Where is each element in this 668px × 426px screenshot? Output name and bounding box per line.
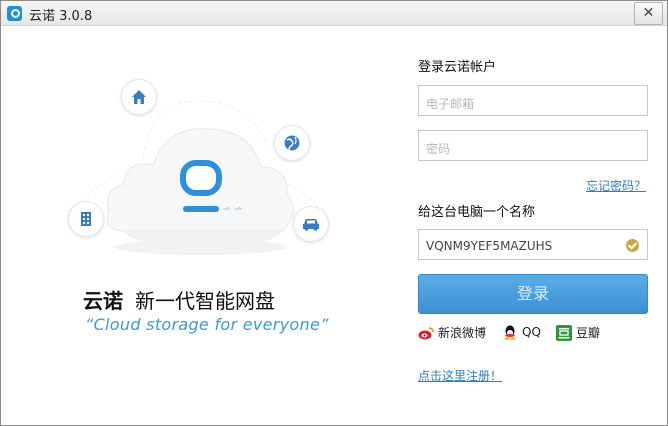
password-placeholder: 密码 xyxy=(426,142,451,156)
window-title: 云诺 3.0.8 xyxy=(29,9,93,24)
check-icon xyxy=(626,239,639,252)
brand-name: 云诺 xyxy=(83,289,123,313)
weibo-label: 新浪微博 xyxy=(438,326,487,340)
car-badge xyxy=(293,206,329,242)
globe-badge xyxy=(274,125,310,161)
douban-login[interactable]: 豆瓣 xyxy=(556,324,600,341)
weibo-login[interactable]: 新浪微博 xyxy=(418,324,486,341)
douban-label: 豆瓣 xyxy=(576,326,601,340)
weibo-icon xyxy=(418,326,434,339)
app-window: 云诺 3.0.8 ✕ 云诺 新一代智能网盘 “Cloud storage for… xyxy=(0,0,668,426)
close-icon: ✕ xyxy=(642,5,655,21)
cloud-illustration xyxy=(61,71,351,271)
app-icon xyxy=(7,6,22,21)
home-icon xyxy=(132,90,146,104)
email-placeholder: 电子邮箱 xyxy=(426,97,475,111)
qq-label: QQ xyxy=(522,325,541,339)
password-field[interactable]: 密码 xyxy=(418,130,648,161)
computer-name-label: 给这台电脑一个名称 xyxy=(418,205,536,220)
promo-slogan: 云诺 新一代智能网盘 xyxy=(83,285,275,314)
building-badge xyxy=(68,201,104,237)
tagline: “Cloud storage for everyone” xyxy=(85,315,329,334)
slogan-text: 新一代智能网盘 xyxy=(135,289,275,313)
douban-icon xyxy=(556,324,572,341)
globe-icon xyxy=(284,135,300,151)
login-heading: 登录云诺帐户 xyxy=(418,60,497,75)
close-button[interactable]: ✕ xyxy=(634,2,663,25)
home-badge xyxy=(121,79,157,115)
register-link[interactable]: 点击这里注册！ xyxy=(418,367,502,384)
car-icon xyxy=(303,219,319,231)
email-field[interactable]: 电子邮箱 xyxy=(418,85,648,116)
qq-icon xyxy=(504,325,516,340)
login-button[interactable]: 登录 xyxy=(418,274,648,314)
title-bar[interactable]: 云诺 3.0.8 ✕ xyxy=(1,1,667,26)
qq-login[interactable]: QQ xyxy=(502,324,541,340)
computer-name-field[interactable]: VQNM9YEF5MAZUHS xyxy=(418,229,648,260)
forgot-password-link[interactable]: 忘记密码？ xyxy=(586,177,646,194)
computer-name-value: VQNM9YEF5MAZUHS xyxy=(426,239,553,253)
building-icon xyxy=(81,212,91,226)
